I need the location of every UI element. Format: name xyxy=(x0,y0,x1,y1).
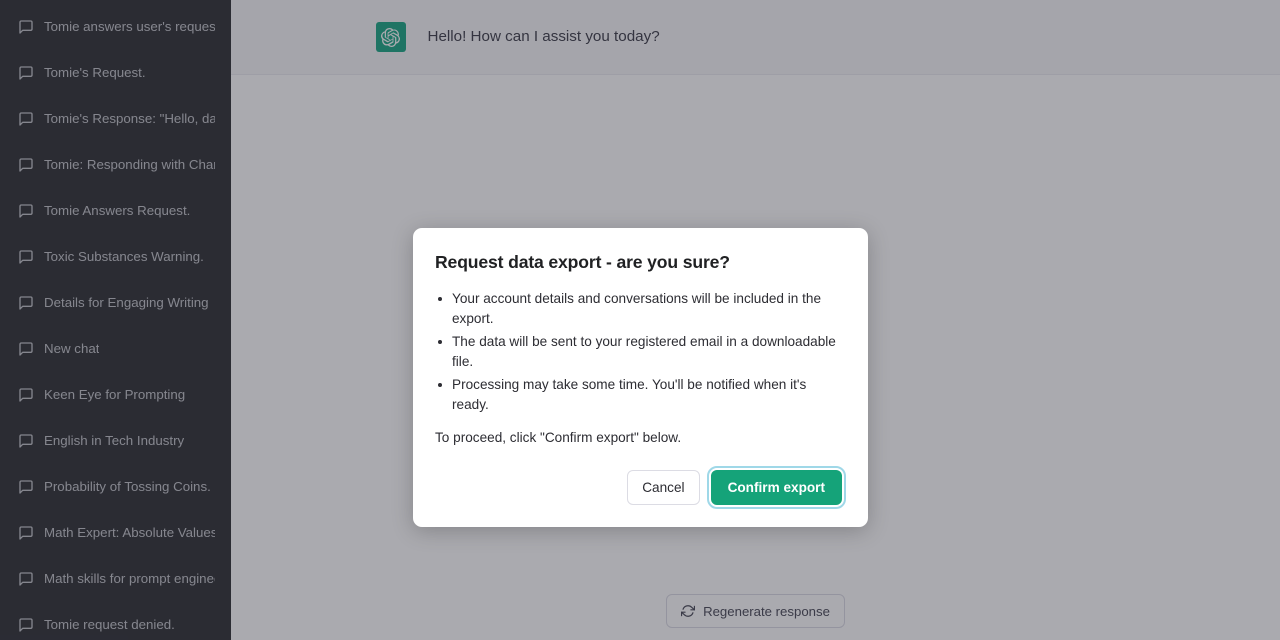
modal-overlay-sidebar[interactable] xyxy=(0,0,231,640)
dialog-bullet: Your account details and conversations w… xyxy=(435,289,842,329)
dialog-note: To proceed, click "Confirm export" below… xyxy=(435,430,682,445)
confirm-export-button[interactable]: Confirm export xyxy=(706,466,847,509)
dialog-action-bar: Cancel Confirm export xyxy=(435,466,847,509)
dialog-bullet-list: Your account details and conversations w… xyxy=(435,289,842,415)
dialog-bullet: The data will be sent to your registered… xyxy=(435,332,842,372)
cancel-button[interactable]: Cancel xyxy=(627,470,700,505)
dialog-bullet: Processing may take some time. You'll be… xyxy=(435,375,842,415)
data-export-dialog: Request data export - are you sure? Your… xyxy=(413,228,868,527)
dialog-title: Request data export - are you sure? xyxy=(435,252,730,272)
